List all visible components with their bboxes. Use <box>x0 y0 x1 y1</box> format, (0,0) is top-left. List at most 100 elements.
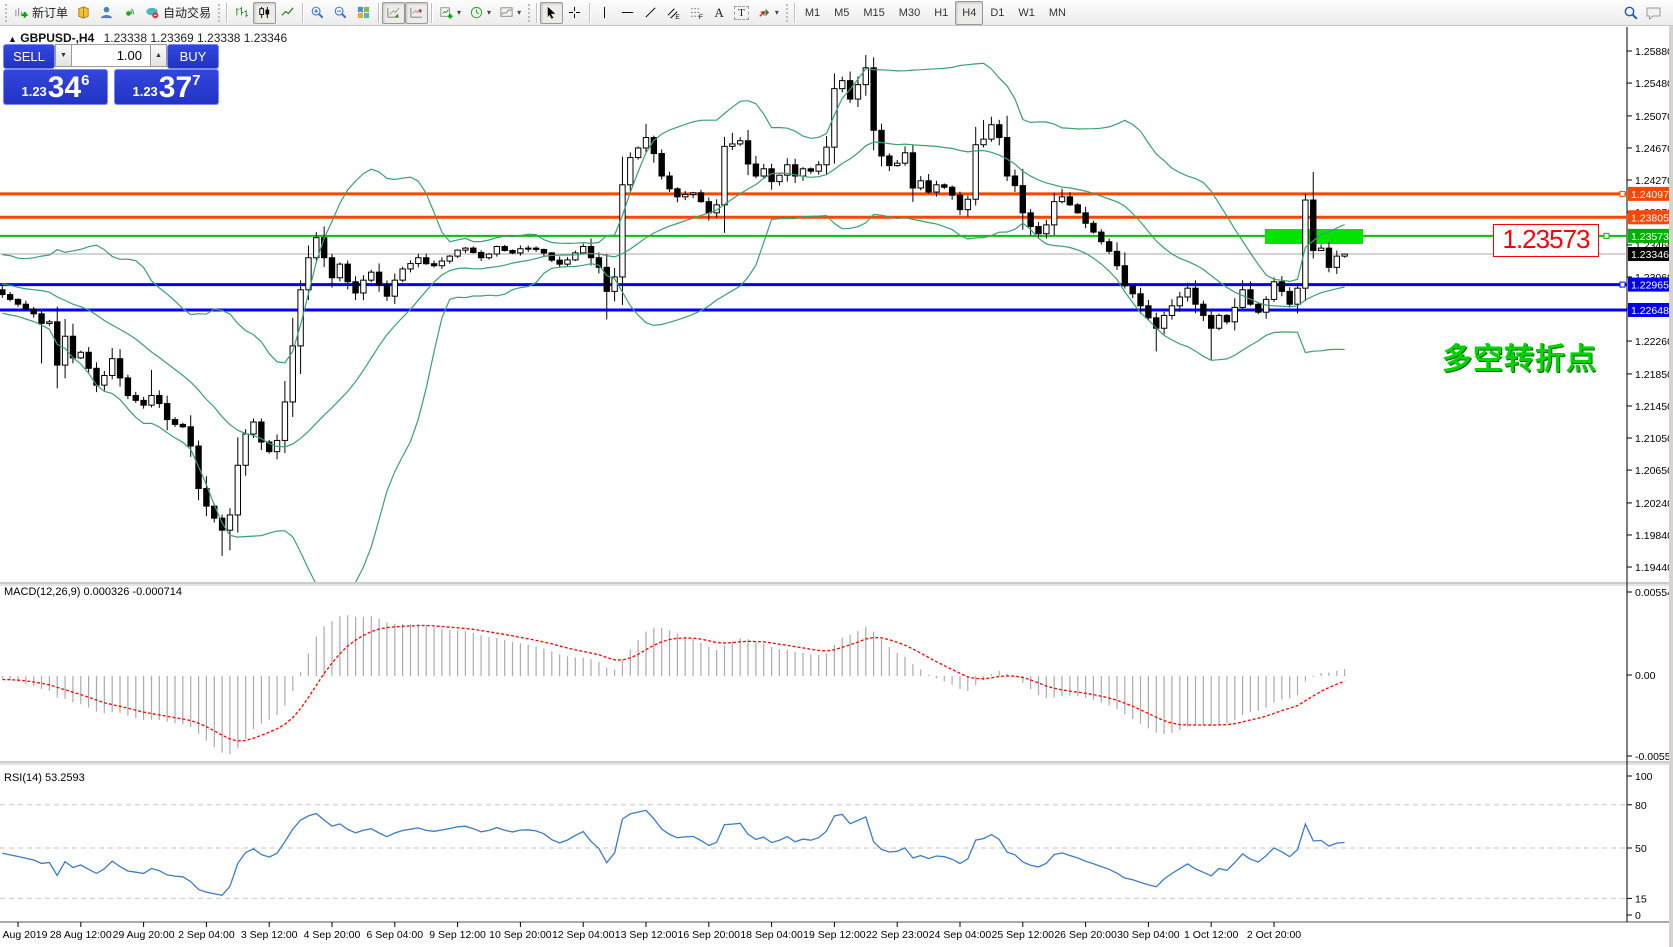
horizontal-line-icon <box>621 12 634 13</box>
svg-text:1.20650: 1.20650 <box>1635 465 1673 477</box>
channel-tool-button[interactable]: E <box>662 2 685 24</box>
autotrading-label: 自动交易 <box>163 6 212 20</box>
svg-text:0.00: 0.00 <box>1635 670 1656 682</box>
text-tool-button[interactable]: A <box>708 2 730 24</box>
chat-icon[interactable] <box>1645 5 1663 21</box>
svg-text:1.21850: 1.21850 <box>1635 369 1673 381</box>
crosshair-icon <box>568 6 581 19</box>
autotrading-icon <box>146 7 159 19</box>
toolbar: 新订单 自动交易 ▾ ▾ ▾ E F A T ▾ M1 M5 M15 M30 H… <box>0 0 1673 26</box>
svg-text:28 Aug 12:00: 28 Aug 12:00 <box>50 929 112 941</box>
new-order-button[interactable]: 新订单 <box>10 2 72 24</box>
signals-button[interactable] <box>95 2 118 24</box>
svg-text:1.24097: 1.24097 <box>1631 189 1669 201</box>
bar-chart-icon <box>236 6 249 18</box>
svg-text:10 Sep 20:00: 10 Sep 20:00 <box>489 929 552 941</box>
timeframe-W1[interactable]: W1 <box>1011 1 1042 25</box>
chart-shift-icon <box>410 7 423 18</box>
vertical-line-icon <box>604 6 606 19</box>
market-button[interactable] <box>72 2 95 24</box>
timeframe-D1[interactable]: D1 <box>983 1 1011 25</box>
trendline-tool-button[interactable] <box>639 2 662 24</box>
text-label-tool-button[interactable]: T <box>730 2 753 24</box>
svg-text:26 Sep 20:00: 26 Sep 20:00 <box>1054 929 1117 941</box>
volume-increase-button[interactable]: ▲ <box>150 44 167 67</box>
toolbar-grip[interactable] <box>527 2 532 23</box>
zoom-out-icon <box>334 6 347 19</box>
svg-text:4 Sep 20:00: 4 Sep 20:00 <box>304 929 361 941</box>
sell-price-tile[interactable]: 1.23 34 6 <box>3 69 108 105</box>
price-callout-label[interactable]: 1.23573 <box>1493 224 1599 257</box>
text-tool-icon: A <box>714 4 724 20</box>
one-click-trading-panel: SELL ▼ ▲ BUY 1.23 34 6 1.23 37 7 <box>3 44 219 106</box>
chart-canvas[interactable]: 1.258801.254801.250701.246701.242701.238… <box>0 27 1673 947</box>
sell-button[interactable]: SELL <box>3 44 55 69</box>
svg-text:1.25880: 1.25880 <box>1635 46 1673 58</box>
zoom-in-button[interactable] <box>306 2 329 24</box>
svg-text:6 Sep 04:00: 6 Sep 04:00 <box>366 929 423 941</box>
new-chart-icon <box>440 7 453 19</box>
candlestick-mode-button[interactable] <box>253 1 277 24</box>
crosshair-tool-button[interactable] <box>563 2 586 24</box>
volume-input[interactable] <box>72 44 150 67</box>
templates-button[interactable]: ▾ <box>495 2 525 24</box>
cursor-tool-button[interactable] <box>540 1 564 24</box>
buy-price-tile[interactable]: 1.23 37 7 <box>114 69 219 105</box>
buy-price-small: 1.23 <box>132 84 158 99</box>
annotation-text[interactable]: 多空转折点 <box>1442 334 1597 378</box>
symbol-period: GBPUSD-,H4 <box>20 31 95 45</box>
svg-text:16 Sep 20:00: 16 Sep 20:00 <box>678 929 741 941</box>
search-icon[interactable] <box>1623 5 1639 21</box>
autotrading-button[interactable]: 自动交易 <box>141 2 215 24</box>
toolbar-separator <box>302 2 304 23</box>
buy-price-sup: 7 <box>192 72 201 89</box>
svg-text:1.22260: 1.22260 <box>1635 336 1673 348</box>
horizontal-line-tool-button[interactable] <box>616 2 639 24</box>
autoscroll-icon <box>387 7 400 18</box>
svg-text:30 Sep 04:00: 30 Sep 04:00 <box>1117 929 1180 941</box>
new-order-icon <box>15 7 28 18</box>
line-chart-mode-button[interactable] <box>276 2 299 24</box>
toolbar-separator <box>226 2 228 23</box>
svg-text:80: 80 <box>1635 800 1647 812</box>
dropdown-arrow-icon: ▾ <box>457 8 462 17</box>
trendline-icon <box>645 7 656 18</box>
autoscroll-button[interactable] <box>382 1 406 24</box>
toolbar-grip[interactable] <box>217 2 222 23</box>
timeframe-H1[interactable]: H1 <box>927 1 955 25</box>
bar-chart-mode-button[interactable] <box>230 2 253 24</box>
new-chart-button[interactable]: ▾ <box>435 2 465 24</box>
timeframe-M1[interactable]: M1 <box>798 1 827 25</box>
fibonacci-tool-button[interactable]: F <box>685 2 708 24</box>
timeframe-M15[interactable]: M15 <box>856 1 891 25</box>
buy-button[interactable]: BUY <box>167 44 219 69</box>
clock-icon <box>470 6 483 19</box>
svg-text:13 Sep 12:00: 13 Sep 12:00 <box>615 929 678 941</box>
sell-price-sup: 6 <box>81 72 90 89</box>
ohlc-values: 1.23338 1.23369 1.23338 1.23346 <box>103 31 288 45</box>
volume-decrease-button[interactable]: ▼ <box>55 44 72 67</box>
svg-text:1 Oct 12:00: 1 Oct 12:00 <box>1184 929 1238 941</box>
svg-text:1.21050: 1.21050 <box>1635 433 1673 445</box>
timeframe-H4[interactable]: H4 <box>955 0 984 25</box>
vertical-line-tool-button[interactable] <box>593 2 616 24</box>
macd-label: MACD(12,26,9) 0.000326 -0.000714 <box>4 586 182 598</box>
chart-shift-button[interactable] <box>405 1 429 24</box>
svg-text:3 Sep 12:00: 3 Sep 12:00 <box>241 929 298 941</box>
broadcast-button[interactable] <box>118 2 141 24</box>
timeframe-MN[interactable]: MN <box>1042 1 1073 25</box>
timeframe-M30[interactable]: M30 <box>892 1 927 25</box>
arrows-tool-button[interactable]: ▾ <box>753 2 783 24</box>
zoom-out-button[interactable] <box>329 2 352 24</box>
chart-title: ▲ GBPUSD-,H4 1.23338 1.23369 1.23338 1.2… <box>8 31 287 45</box>
svg-text:1.23573: 1.23573 <box>1631 231 1669 243</box>
svg-text:29 Aug 20:00: 29 Aug 20:00 <box>113 929 175 941</box>
timeframe-M5[interactable]: M5 <box>827 1 856 25</box>
tile-windows-button[interactable] <box>352 2 375 24</box>
toolbar-grip[interactable] <box>4 2 8 23</box>
periods-button[interactable]: ▾ <box>465 2 495 24</box>
svg-text:1.23805: 1.23805 <box>1631 212 1669 224</box>
toolbar-grip[interactable] <box>784 2 789 23</box>
panel-frame <box>0 27 1673 947</box>
collapse-arrow-icon[interactable]: ▲ <box>8 34 17 44</box>
